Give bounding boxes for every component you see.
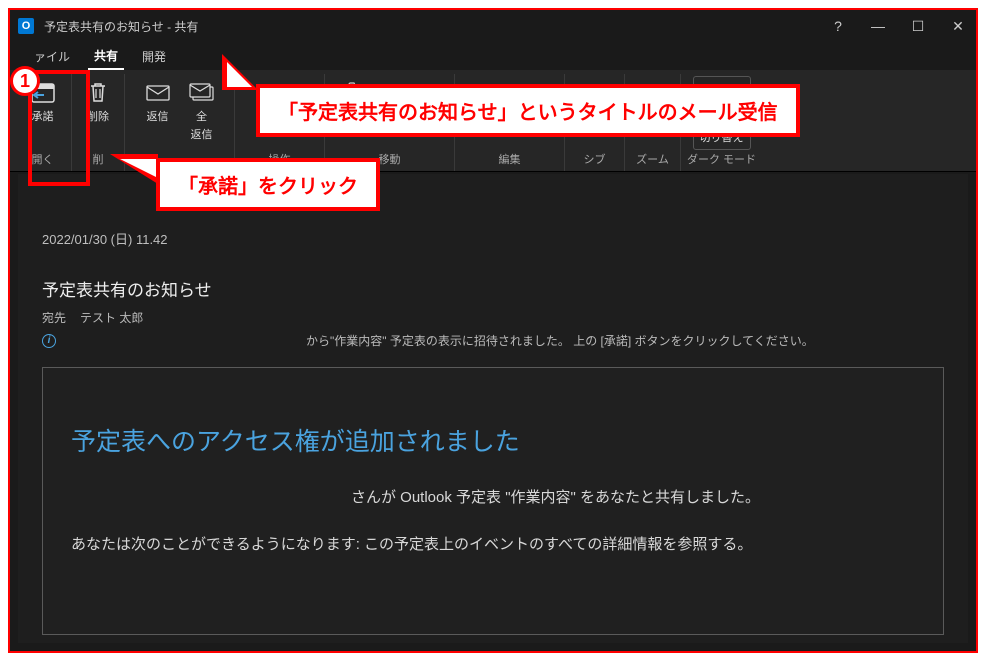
callout-accept-click: 「承諾」をクリック — [156, 158, 380, 211]
edit-group-label: 編集 — [499, 151, 521, 169]
mail-reading-pane: 2022/01/30 (日) 11.42 予定表共有のお知らせ 宛先 テスト 太… — [18, 174, 968, 643]
reply-button[interactable]: 返信 — [138, 76, 178, 144]
darkmode-group-label: ダーク モード — [687, 151, 756, 169]
callout2-tail — [110, 154, 158, 184]
open-group-label: 開く — [32, 151, 54, 169]
reply-all-label2: 返信 — [191, 126, 213, 142]
mail-body: 予定表へのアクセス権が追加されました さんが Outlook 予定表 "作業内容… — [42, 367, 944, 635]
callout-mail-title: 「予定表共有のお知らせ」というタイトルのメール受信 — [256, 84, 800, 137]
tabs-bar: ァイル 共有 開発 — [10, 42, 976, 70]
window-title: 予定表共有のお知らせ - 共有 — [44, 18, 198, 35]
reply-all-label1: 全 — [196, 108, 207, 124]
to-value: テスト 太郎 — [80, 309, 143, 326]
callout1-tail — [222, 54, 258, 90]
tab-file[interactable]: ァイル — [28, 44, 76, 69]
accept-label: 承諾 — [32, 108, 54, 124]
close-button[interactable]: ✕ — [940, 10, 976, 42]
to-label: 宛先 — [42, 309, 66, 326]
reply-all-button[interactable]: 全 返信 — [182, 76, 222, 144]
reply-all-icon — [188, 78, 216, 106]
help-button[interactable]: ? — [820, 10, 856, 42]
trash-icon — [84, 78, 112, 106]
mail-date: 2022/01/30 (日) 11.42 — [42, 229, 944, 248]
tab-dev[interactable]: 開発 — [136, 44, 172, 69]
reply-icon — [144, 78, 172, 106]
delete-button[interactable]: 削除 — [78, 76, 118, 126]
mail-subject: 予定表共有のお知らせ — [42, 276, 944, 301]
reply-label: 返信 — [147, 108, 169, 124]
delete-label: 削除 — [87, 108, 109, 124]
tab-share[interactable]: 共有 — [88, 43, 124, 70]
step-badge: 1 — [10, 66, 40, 96]
outlook-icon: O — [18, 18, 34, 34]
title-bar: O 予定表共有のお知らせ - 共有 ? — ☐ ✕ — [10, 10, 976, 42]
mail-body-title: 予定表へのアクセス権が追加されました — [71, 422, 915, 458]
minimize-button[interactable]: — — [860, 10, 896, 42]
mail-body-line2: あなたは次のことができるようになります: この予定表上のイベントのすべての詳細情… — [71, 533, 915, 554]
delete-group-label: 削 — [93, 151, 104, 169]
info-icon: i — [42, 334, 56, 348]
maximize-button[interactable]: ☐ — [900, 10, 936, 42]
move-group-label: 移動 — [379, 151, 401, 169]
zoom-group-label: ズーム — [636, 151, 669, 169]
mail-body-line1: さんが Outlook 予定表 "作業内容" をあなたと共有しました。 — [351, 486, 915, 507]
info-text: から"作業内容" 予定表の表示に招待されました。 上の [承諾] ボタンをクリッ… — [306, 332, 814, 349]
immersive-group-label: シブ — [584, 151, 606, 169]
